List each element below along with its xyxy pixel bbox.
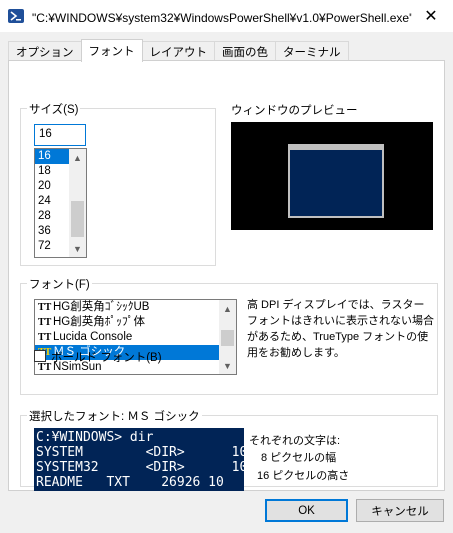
font-group-label: フォント(F) [27, 276, 92, 292]
char-height: 16 ピクセルの高さ [257, 470, 350, 482]
preview-label: ウィンドウのプレビュー [231, 105, 358, 117]
font-scrollbar[interactable]: ▲ ▼ [219, 300, 236, 374]
dpi-warning-line: 用をお勧めします。 [247, 347, 345, 359]
list-item[interactable]: TT Lucida Console [35, 330, 236, 345]
bold-font-label: ボールド フォント(B) [51, 352, 162, 364]
tab-colors[interactable]: 画面の色 [214, 41, 276, 61]
tab-options[interactable]: オプション [8, 41, 82, 61]
dpi-warning-line: があるため、TrueType フォントの使 [247, 331, 429, 343]
window-preview [231, 122, 433, 230]
scroll-thumb[interactable] [221, 330, 234, 346]
tab-font[interactable]: フォント [80, 39, 143, 62]
tab-layout[interactable]: レイアウト [141, 41, 215, 61]
bold-font-checkbox[interactable] [34, 350, 46, 362]
ok-button[interactable]: OK [265, 499, 348, 522]
dpi-warning-line: 高 DPI ディスプレイでは、ラスター [247, 299, 425, 311]
dialog-body: オプション フォント レイアウト 画面の色 ターミナル サイズ(S) 16 16… [0, 33, 453, 533]
font-tab-panel: サイズ(S) 16 16 18 20 24 28 36 72 ▲ ▼ ウィンドウ… [8, 60, 445, 491]
scroll-down-icon[interactable]: ▼ [69, 240, 86, 257]
truetype-icon: TT [38, 302, 52, 313]
powershell-icon [8, 9, 24, 23]
scroll-thumb[interactable] [71, 201, 84, 237]
preview-console-window [288, 144, 384, 218]
scroll-up-icon[interactable]: ▲ [219, 300, 236, 317]
dpi-warning-line: フォントはきれいに表示されない場合 [247, 315, 434, 327]
truetype-icon: TT [38, 362, 52, 373]
font-name: HG創英角ﾎﾟｯﾌﾟ体 [53, 316, 145, 328]
truetype-icon: TT [38, 317, 52, 328]
console-line: SYSTEM32 <DIR> 10 [36, 460, 244, 475]
truetype-icon: TT [38, 332, 52, 343]
scroll-up-icon[interactable]: ▲ [69, 149, 86, 166]
list-item[interactable]: TT HG創英角ﾎﾟｯﾌﾟ体 [35, 315, 236, 330]
console-font-preview: C:¥WINDOWS> dir SYSTEM <DIR> 10 SYSTEM32… [34, 428, 244, 491]
font-name: HG創英角ｺﾞｼｯｸUB [53, 301, 150, 313]
selected-font-label: 選択したフォント: ＭＳ ゴシック [27, 408, 202, 424]
close-button[interactable]: ✕ [409, 0, 453, 32]
console-line: SYSTEM <DIR> 10 [36, 445, 244, 460]
console-line: C:¥WINDOWS> dir [36, 430, 154, 445]
window-title: "C:¥WINDOWS¥system32¥WindowsPowerShell¥v… [32, 11, 412, 25]
close-icon: ✕ [424, 8, 438, 25]
size-group-label: サイズ(S) [27, 101, 81, 117]
title-bar: "C:¥WINDOWS¥system32¥WindowsPowerShell¥v… [0, 0, 453, 33]
list-item[interactable]: TT HG創英角ｺﾞｼｯｸUB [35, 300, 236, 315]
scroll-down-icon[interactable]: ▼ [219, 357, 236, 374]
preview-window-titlebar [290, 146, 382, 150]
cancel-button[interactable]: キャンセル [356, 499, 444, 522]
size-input[interactable]: 16 [34, 124, 86, 146]
char-info-title: それぞれの文字は: [249, 435, 341, 447]
console-line: README TXT 26926 10 [36, 475, 224, 490]
font-name: Lucida Console [53, 331, 133, 343]
tab-terminal[interactable]: ターミナル [275, 41, 349, 61]
size-listbox[interactable]: 16 18 20 24 28 36 72 ▲ ▼ [34, 148, 87, 258]
size-scrollbar[interactable]: ▲ ▼ [69, 149, 86, 257]
tab-strip: オプション フォント レイアウト 画面の色 ターミナル [8, 39, 349, 62]
char-width: 8 ピクセルの幅 [261, 452, 337, 464]
dpi-warning: 高 DPI ディスプレイでは、ラスター フォントはきれいに表示されない場合 があ… [247, 297, 437, 361]
